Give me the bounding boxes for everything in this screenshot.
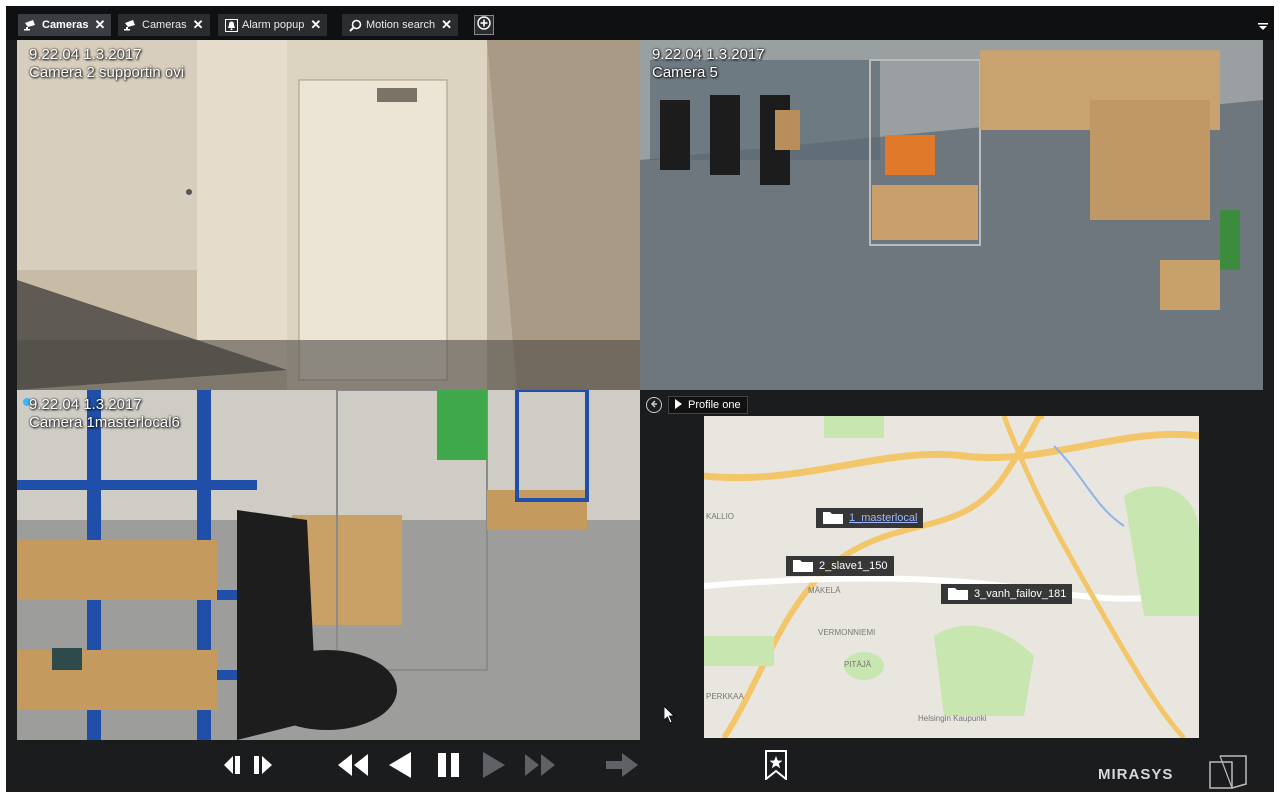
- camera-tile-1[interactable]: 9.22.04 1.3.2017 Camera 1masterlocal6: [17, 390, 640, 740]
- close-icon[interactable]: ✕: [441, 17, 452, 33]
- map-site-2-slave1[interactable]: 2_slave1_150: [786, 556, 894, 576]
- map-view[interactable]: KALLIO MÄKELÄ VERMONNIEMI PITÄJÄ PERKKAA…: [704, 416, 1199, 738]
- tab-label: Cameras: [42, 19, 89, 31]
- tab-cameras-1[interactable]: Cameras ✕: [18, 14, 112, 36]
- tab-label: Cameras: [142, 19, 187, 31]
- camera-tile-5[interactable]: 9.22.04 1.3.2017 Camera 5: [640, 40, 1263, 390]
- close-icon[interactable]: ✕: [193, 17, 204, 33]
- brand-logo-text: MIRASYS: [1098, 766, 1174, 783]
- play-right-icon: [675, 398, 682, 412]
- tab-menu-dropdown[interactable]: [1258, 18, 1268, 36]
- bookmark-button[interactable]: [762, 749, 790, 785]
- camera-tile-2[interactable]: 9.22.04 1.3.2017 Camera 2 supportin ovi: [17, 40, 640, 390]
- folder-icon: [947, 585, 969, 604]
- camera-feed-image: [17, 40, 640, 390]
- folder-icon: [792, 557, 814, 576]
- tab-bar: Cameras ✕ Cameras ✕ Alarm popup ✕ Motion…: [6, 6, 1274, 40]
- camera-name: Camera 5: [652, 64, 718, 81]
- fast-rewind-icon: [336, 752, 370, 783]
- camera-timestamp: 9.22.04 1.3.2017: [29, 396, 142, 413]
- tab-label: Alarm popup: [242, 19, 305, 31]
- tab-label: Motion search: [366, 19, 436, 31]
- map-place-perkkaa: PERKKAA: [706, 692, 744, 701]
- play-button[interactable]: [480, 751, 508, 784]
- profile-selector[interactable]: Profile one: [668, 396, 748, 414]
- map-place-helsingin: Helsingin Kaupunki: [918, 714, 987, 723]
- arrow-left-icon: [649, 396, 659, 414]
- step-back-button[interactable]: [222, 752, 246, 782]
- bookmark-star-icon: [764, 749, 788, 785]
- map-header: Profile one: [646, 396, 748, 414]
- camera-overlay: 9.22.04 1.3.2017 Camera 1masterlocal6: [29, 396, 180, 432]
- camera-name: Camera 2 supportin ovi: [29, 64, 185, 81]
- close-icon[interactable]: ✕: [94, 17, 105, 33]
- camera-timestamp: 9.22.04 1.3.2017: [652, 46, 765, 63]
- fast-forward-icon: [523, 752, 557, 783]
- fast-rewind-button[interactable]: [336, 752, 370, 782]
- tab-alarm-popup[interactable]: Alarm popup ✕: [218, 14, 328, 36]
- chevron-down-icon: [1258, 18, 1268, 35]
- plus-circle-icon: [477, 15, 491, 35]
- pause-button[interactable]: [434, 752, 464, 782]
- map-image: [704, 416, 1199, 738]
- folder-icon: [822, 509, 844, 528]
- play-reverse-button[interactable]: [386, 751, 414, 784]
- step-forward-icon: [251, 754, 273, 781]
- camera-icon: [124, 18, 138, 32]
- camera-icon: [24, 18, 38, 32]
- step-forward-button[interactable]: [250, 752, 274, 782]
- tab-motion-search[interactable]: Motion search ✕: [342, 14, 458, 36]
- arrow-right-icon: [605, 752, 639, 783]
- alarm-icon: [224, 18, 238, 32]
- add-tab-button[interactable]: [474, 15, 494, 35]
- camera-overlay: 9.22.04 1.3.2017 Camera 2 supportin ovi: [29, 46, 184, 82]
- mouse-cursor-icon: [663, 705, 676, 729]
- map-place-vermonniemi: VERMONNIEMI: [818, 628, 876, 637]
- map-back-button[interactable]: [646, 397, 662, 413]
- playback-toolbar: MIRASYS: [6, 740, 1274, 792]
- close-icon[interactable]: ✕: [310, 17, 321, 33]
- map-site-1-masterlocal[interactable]: 1_masterlocal: [816, 508, 924, 528]
- go-live-button[interactable]: [604, 752, 640, 782]
- map-place-pitaja: PITÄJÄ: [844, 660, 872, 669]
- camera-timestamp: 9.22.04 1.3.2017: [29, 46, 142, 63]
- play-icon: [481, 751, 507, 784]
- search-icon: [348, 18, 362, 32]
- camera-name: Camera 1masterlocal6: [29, 414, 180, 431]
- map-panel: Profile one KALLIO MÄKELÄ VERMONNIEMI PI…: [640, 390, 1263, 740]
- brand-logo-icon: [1206, 754, 1250, 795]
- camera-feed-image: [640, 40, 1263, 390]
- app-window: Cameras ✕ Cameras ✕ Alarm popup ✕ Motion…: [6, 6, 1274, 792]
- site-label: 1_masterlocal: [849, 512, 918, 524]
- site-label: 2_slave1_150: [819, 560, 888, 572]
- tab-cameras-2[interactable]: Cameras ✕: [118, 14, 210, 36]
- step-back-icon: [223, 754, 245, 781]
- map-place-kallio: KALLIO: [706, 512, 735, 521]
- camera-overlay: 9.22.04 1.3.2017 Camera 5: [652, 46, 765, 82]
- fast-forward-button[interactable]: [522, 752, 558, 782]
- camera-feed-image: [17, 390, 640, 740]
- map-place-makela: MÄKELÄ: [808, 586, 841, 595]
- map-site-3-vanh-failov[interactable]: 3_vanh_failov_181: [941, 584, 1073, 604]
- play-reverse-icon: [387, 751, 413, 784]
- profile-label: Profile one: [688, 399, 741, 411]
- pause-icon: [436, 751, 462, 784]
- site-label: 3_vanh_failov_181: [974, 588, 1067, 600]
